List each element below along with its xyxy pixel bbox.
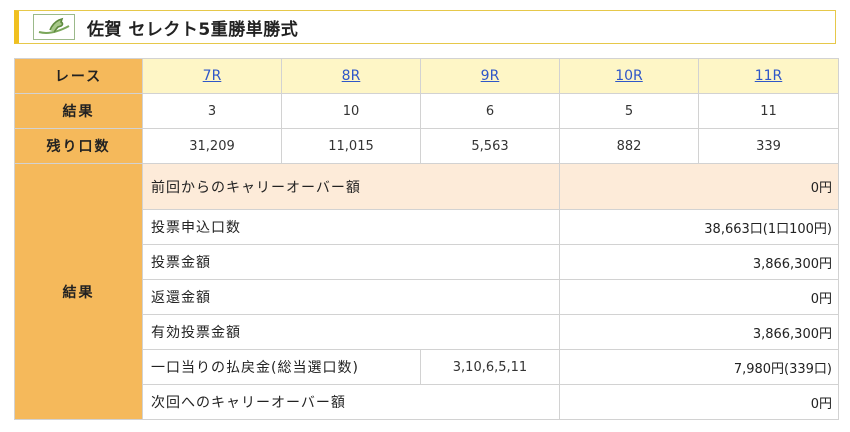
remaining-cell: 882 xyxy=(559,128,699,164)
summary-item-label: 投票申込口数 xyxy=(142,209,560,245)
race-row: レース 7R 8R 9R 10R 11R xyxy=(14,58,839,94)
result-cell: 11 xyxy=(698,93,839,129)
summary-row: 結果 前回からのキャリーオーバー額 0円 xyxy=(14,163,839,420)
summary-item-label: 一口当りの払戻金(総当選口数) xyxy=(142,349,421,385)
winning-combination: 3,10,6,5,11 xyxy=(420,349,560,385)
remaining-cell: 11,015 xyxy=(281,128,421,164)
summary-item-value: 38,663口(1口100円) xyxy=(559,209,839,245)
summary-label: 結果 xyxy=(14,163,143,420)
summary-item-label: 有効投票金額 xyxy=(142,314,560,350)
race-link-7r[interactable]: 7R xyxy=(203,68,222,84)
summary-item-label: 返還金額 xyxy=(142,279,560,315)
remaining-row: 残り口数 31,209 11,015 5,563 882 339 xyxy=(14,128,839,164)
remaining-cell: 339 xyxy=(698,128,839,164)
page-title: 佐賀 セレクト5重勝単勝式 xyxy=(87,19,299,40)
summary-item-value: 7,980円(339口) xyxy=(559,349,839,385)
summary-item-label: 前回からのキャリーオーバー額 xyxy=(142,163,560,210)
summary-item-value: 3,866,300円 xyxy=(559,244,839,280)
select5-result-table: レース 7R 8R 9R 10R 11R 結果 3 10 6 5 11 残り口数… xyxy=(14,58,839,420)
summary-item-value: 0円 xyxy=(559,384,839,420)
result-cell: 6 xyxy=(420,93,560,129)
race-link-11r[interactable]: 11R xyxy=(755,68,783,84)
race-link-8r[interactable]: 8R xyxy=(342,68,361,84)
race-link-9r[interactable]: 9R xyxy=(481,68,500,84)
remaining-cell: 31,209 xyxy=(142,128,282,164)
summary-item-label: 投票金額 xyxy=(142,244,560,280)
page-header: 佐賀 セレクト5重勝単勝式 xyxy=(14,10,836,44)
result-label: 結果 xyxy=(14,93,143,129)
result-cell: 3 xyxy=(142,93,282,129)
result-cell: 5 xyxy=(559,93,699,129)
result-cell: 10 xyxy=(281,93,421,129)
remaining-label: 残り口数 xyxy=(14,128,143,164)
result-row: 結果 3 10 6 5 11 xyxy=(14,93,839,129)
remaining-cell: 5,563 xyxy=(420,128,560,164)
summary-item-value: 0円 xyxy=(559,163,839,210)
horse-logo-icon xyxy=(33,14,75,40)
summary-item-label: 次回へのキャリーオーバー額 xyxy=(142,384,560,420)
summary-item-value: 3,866,300円 xyxy=(559,314,839,350)
summary-item-value: 0円 xyxy=(559,279,839,315)
race-label: レース xyxy=(14,58,143,94)
race-link-10r[interactable]: 10R xyxy=(615,68,643,84)
